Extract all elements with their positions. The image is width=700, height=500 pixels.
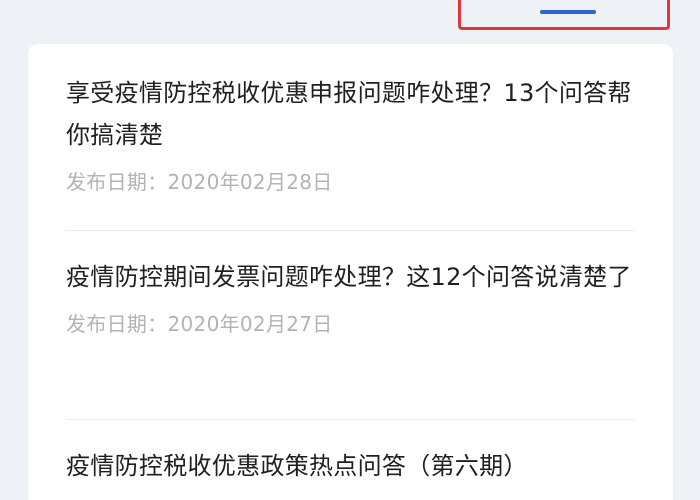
publish-date: 发布日期：2020年02月27日: [66, 312, 333, 336]
divider: [66, 419, 635, 420]
list-item[interactable]: 享受疫情防控税收优惠申报问题咋处理？13个问答帮你搞清楚 发布日期：2020年0…: [66, 72, 635, 196]
tab-bar: [0, 0, 700, 32]
list-item[interactable]: 疫情防控期间发票问题咋处理？这12个问答说清楚了 发布日期：2020年02月27…: [66, 256, 635, 338]
article-title[interactable]: 疫情防控期间发票问题咋处理？这12个问答说清楚了: [66, 256, 635, 298]
article-list-card: 享受疫情防控税收优惠申报问题咋处理？13个问答帮你搞清楚 发布日期：2020年0…: [28, 44, 673, 500]
publish-date: 发布日期：2020年02月28日: [66, 170, 333, 194]
article-title[interactable]: 享受疫情防控税收优惠申报问题咋处理？13个问答帮你搞清楚: [66, 72, 635, 156]
list-item[interactable]: 疫情防控税收优惠政策热点问答（第六期）: [66, 445, 635, 487]
article-title[interactable]: 疫情防控税收优惠政策热点问答（第六期）: [66, 445, 635, 487]
active-tab-indicator: [540, 10, 596, 14]
page: 享受疫情防控税收优惠申报问题咋处理？13个问答帮你搞清楚 发布日期：2020年0…: [0, 0, 700, 500]
highlighted-tab[interactable]: [458, 0, 670, 30]
divider: [66, 230, 635, 231]
